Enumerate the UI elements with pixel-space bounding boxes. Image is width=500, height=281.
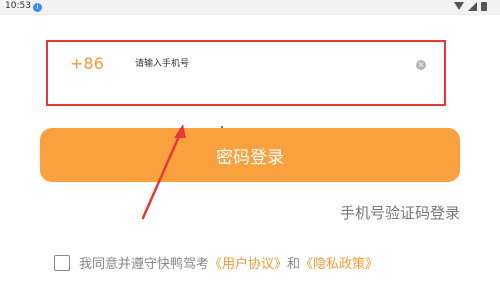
arrow-shaft <box>141 132 182 220</box>
arrow-head <box>174 124 186 138</box>
annotation-arrow <box>141 124 186 220</box>
